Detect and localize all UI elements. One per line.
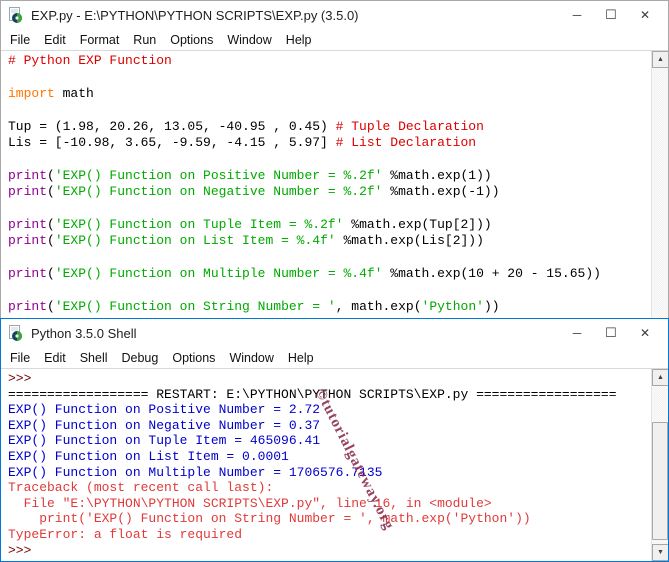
shell-line: Traceback (most recent call last): xyxy=(8,480,274,496)
minimize-icon[interactable]: ─ xyxy=(560,3,594,27)
shell-line: TypeError: a float is required xyxy=(8,526,243,542)
editor-scrollbar[interactable]: ▲ xyxy=(651,51,668,318)
editor-menubar: File Edit Format Run Options Window Help xyxy=(1,29,668,51)
shell-scrollbar[interactable]: ▲ ▼ xyxy=(651,369,668,561)
editor-scroll-track[interactable] xyxy=(652,68,668,318)
shell-line: EXP() Function on Positive Number = 2.72 xyxy=(8,402,321,418)
code-line: print('EXP() Function on Multiple Number… xyxy=(8,266,601,282)
shell-window-controls: ─ ☐ ✕ xyxy=(560,321,662,345)
maximize-icon[interactable]: ☐ xyxy=(594,3,628,27)
menu-item-edit[interactable]: Edit xyxy=(37,349,73,367)
shell-line: File "E:\PYTHON\PYTHON SCRIPTS\EXP.py", … xyxy=(8,495,492,511)
shell-content-area[interactable]: >>> ================== RESTART: E:\PYTHO… xyxy=(1,369,668,561)
editor-window-controls: ─ ☐ ✕ xyxy=(560,3,662,27)
menu-item-file[interactable]: File xyxy=(3,349,37,367)
editor-code[interactable]: # Python EXP Function import math Tup = … xyxy=(1,51,651,318)
code-line: print('EXP() Function on Positive Number… xyxy=(8,167,492,183)
shell-line: EXP() Function on Multiple Number = 1706… xyxy=(8,464,383,480)
menu-item-shell[interactable]: Shell xyxy=(73,349,115,367)
code-line: import math xyxy=(8,85,94,101)
shell-line: >>> xyxy=(8,371,40,386)
editor-window: EXP.py - E:\PYTHON\PYTHON SCRIPTS\EXP.py… xyxy=(0,0,669,318)
editor-titlebar[interactable]: EXP.py - E:\PYTHON\PYTHON SCRIPTS\EXP.py… xyxy=(1,1,668,29)
close-icon[interactable]: ✕ xyxy=(628,3,662,27)
menu-item-help[interactable]: Help xyxy=(279,31,319,49)
shell-line: EXP() Function on Tuple Item = 465096.41 xyxy=(8,433,321,449)
maximize-icon[interactable]: ☐ xyxy=(594,321,628,345)
shell-window: Python 3.5.0 Shell ─ ☐ ✕ File Edit Shell De… xyxy=(0,318,669,562)
code-line: print('EXP() Function on Tuple Item = %.… xyxy=(8,217,492,233)
menu-item-format[interactable]: Format xyxy=(73,31,127,49)
shell-output[interactable]: >>> ================== RESTART: E:\PYTHO… xyxy=(1,369,651,561)
triangle-down-icon: ▼ xyxy=(657,549,664,556)
menu-item-debug[interactable]: Debug xyxy=(115,349,166,367)
idle-file-icon xyxy=(7,6,25,24)
shell-line: >>> xyxy=(8,542,32,558)
menu-item-window[interactable]: Window xyxy=(220,31,278,49)
menu-item-file[interactable]: File xyxy=(3,31,37,49)
editor-scroll-up-button[interactable]: ▲ xyxy=(652,51,668,68)
shell-titlebar[interactable]: Python 3.5.0 Shell ─ ☐ ✕ xyxy=(1,319,668,347)
shell-scroll-track-top[interactable] xyxy=(652,386,668,422)
shell-line: ================== RESTART: E:\PYTHON\PY… xyxy=(8,386,617,402)
shell-scroll-down-button[interactable]: ▼ xyxy=(652,544,668,561)
code-line: Lis = [-10.98, 3.65, -9.59, -4.15 , 5.97… xyxy=(8,135,477,151)
minimize-icon[interactable]: ─ xyxy=(560,321,594,345)
idle-shell-icon xyxy=(7,324,25,342)
shell-scroll-thumb[interactable] xyxy=(652,422,668,540)
close-icon[interactable]: ✕ xyxy=(628,321,662,345)
menu-item-window[interactable]: Window xyxy=(222,349,280,367)
code-line: print('EXP() Function on String Number =… xyxy=(8,299,500,315)
shell-menubar: File Edit Shell Debug Options Window Help xyxy=(1,347,668,369)
triangle-up-icon: ▲ xyxy=(657,56,664,63)
editor-content-area[interactable]: # Python EXP Function import math Tup = … xyxy=(1,51,668,318)
code-line: print('EXP() Function on List Item = %.4… xyxy=(8,233,484,249)
editor-window-title: EXP.py - E:\PYTHON\PYTHON SCRIPTS\EXP.py… xyxy=(31,7,359,23)
menu-item-edit[interactable]: Edit xyxy=(37,31,73,49)
code-line: print('EXP() Function on Negative Number… xyxy=(8,184,500,200)
menu-item-run[interactable]: Run xyxy=(126,31,163,49)
shell-line: print('EXP() Function on String Number =… xyxy=(8,511,531,527)
code-line: Tup = (1.98, 20.26, 13.05, -40.95 , 0.45… xyxy=(8,118,484,134)
code-line: # Python EXP Function xyxy=(8,53,172,68)
triangle-up-icon: ▲ xyxy=(657,374,664,381)
menu-item-options[interactable]: Options xyxy=(163,31,220,49)
menu-item-options[interactable]: Options xyxy=(165,349,222,367)
shell-line: EXP() Function on Negative Number = 0.37 xyxy=(8,417,321,433)
menu-item-help[interactable]: Help xyxy=(281,349,321,367)
shell-line: EXP() Function on List Item = 0.0001 xyxy=(8,448,289,464)
shell-scroll-up-button[interactable]: ▲ xyxy=(652,369,668,386)
shell-window-title: Python 3.5.0 Shell xyxy=(31,325,137,341)
